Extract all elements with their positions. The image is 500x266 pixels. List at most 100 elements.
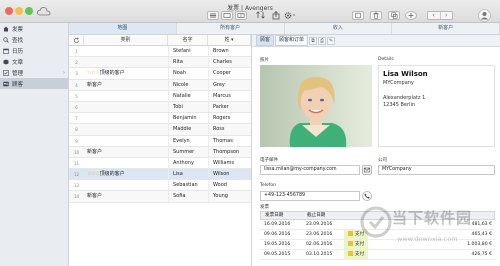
column-header-last-name-label: 姓 bbox=[224, 37, 230, 43]
print-icon[interactable]: ⎙ bbox=[318, 36, 327, 45]
sidebar-item-calendar[interactable]: 日历 bbox=[0, 45, 68, 56]
row-category: 新客户 bbox=[84, 191, 168, 201]
row-category bbox=[84, 91, 168, 101]
row-first-name: Nicole bbox=[168, 79, 208, 90]
previous-record-button[interactable]: ‹ bbox=[428, 12, 440, 19]
row-number: 14 bbox=[73, 194, 80, 200]
sidebar-item-search[interactable]: 查找 bbox=[0, 34, 68, 45]
row-category bbox=[84, 113, 168, 123]
column-header-invoice-date[interactable]: 发票日期 bbox=[261, 212, 303, 219]
tab-revenue[interactable]: 收入 bbox=[285, 23, 393, 34]
sidebar: 发票 查找 日历 文章 管理 › 顾客 bbox=[0, 23, 69, 266]
sidebar-item-invoices[interactable]: 发票 bbox=[0, 23, 68, 34]
table-row[interactable]: 5 Natalie Marcus bbox=[69, 90, 251, 102]
chevron-right-icon[interactable]: › bbox=[63, 70, 65, 76]
row-first-name: Benjamin bbox=[168, 113, 208, 124]
sidebar-item-label: 发票 bbox=[12, 26, 24, 33]
view-list-button[interactable] bbox=[207, 11, 219, 20]
add-record-button[interactable] bbox=[405, 11, 417, 20]
rating-stars: ☆☆☆ bbox=[87, 70, 100, 77]
sidebar-item-customers[interactable]: 顾客 bbox=[0, 78, 68, 89]
table-row[interactable]: 11 Anthony Williams bbox=[69, 157, 251, 170]
table-row[interactable]: 6 Tobi Parker bbox=[69, 101, 251, 114]
address-details: Lisa Wilson MYCompany Alexanderplatz 1 1… bbox=[378, 65, 495, 147]
row-number: 13 bbox=[73, 183, 80, 189]
tab-new-customers[interactable]: 新客户 bbox=[392, 23, 500, 34]
row-last-name: Grey bbox=[208, 79, 251, 90]
calendar-icon bbox=[3, 48, 9, 54]
customer-photo[interactable] bbox=[260, 65, 372, 147]
row-category bbox=[84, 102, 168, 112]
new-record-icon bbox=[355, 12, 361, 19]
table-row[interactable]: 10 新客户 Summer Thompson bbox=[69, 146, 251, 158]
column-header-last-name[interactable]: 姓 ▾ bbox=[208, 35, 251, 45]
search-icon bbox=[3, 36, 9, 43]
sort-button[interactable] bbox=[255, 11, 267, 20]
subtab-customer-orders[interactable]: 顾客和订单 bbox=[275, 35, 309, 46]
category-label: 顶级的客户 bbox=[99, 171, 125, 178]
share-button[interactable] bbox=[270, 11, 282, 20]
table-row[interactable]: 14 新客户 Sofia Young bbox=[69, 191, 251, 203]
table-row[interactable]: 8 Maddie Ross bbox=[69, 124, 251, 136]
row-last-name: Cooper bbox=[208, 68, 251, 79]
sidebar-item-articles[interactable]: 文章 bbox=[0, 56, 68, 67]
table-row[interactable]: 4 新客户 Nicole Grey bbox=[69, 79, 251, 91]
new-record-button[interactable] bbox=[352, 11, 364, 20]
table-row[interactable]: 2 Rita Charles bbox=[69, 57, 251, 69]
refresh-icon[interactable] bbox=[69, 35, 84, 45]
table-row[interactable]: 12 ☆☆☆顶级的客户 Lisa Wilson bbox=[69, 169, 251, 181]
edit-icon[interactable]: ✎ bbox=[327, 36, 336, 45]
column-header-category[interactable]: 类别 bbox=[84, 35, 168, 45]
paid-tag-icon bbox=[348, 251, 353, 256]
email-field[interactable]: lissa.milan@my-company.com bbox=[260, 165, 360, 175]
invoice-date: 09.05.2015 bbox=[264, 252, 291, 257]
category-label: 新客户 bbox=[87, 81, 103, 88]
delete-record-button[interactable] bbox=[370, 11, 382, 20]
row-first-name: Natalie bbox=[168, 90, 208, 101]
category-label: 顶级的客户 bbox=[99, 70, 125, 77]
table-row[interactable]: 3 ☆☆☆顶级的客户 Noah Cooper bbox=[69, 68, 251, 80]
row-category bbox=[84, 158, 168, 168]
row-number: 10 bbox=[73, 149, 80, 155]
paid-tag-icon bbox=[348, 231, 353, 236]
gear-icon bbox=[284, 12, 295, 19]
row-category bbox=[84, 136, 168, 146]
category-label: 新客户 bbox=[87, 148, 103, 155]
row-first-name: Rita bbox=[168, 57, 208, 68]
view-form-button[interactable] bbox=[221, 11, 233, 20]
account-avatar-icon[interactable] bbox=[478, 9, 491, 22]
view-table-button[interactable] bbox=[235, 11, 247, 20]
tab-map[interactable]: 地图 bbox=[69, 23, 177, 34]
row-first-name: Noah bbox=[168, 68, 208, 79]
table-row[interactable]: 9 Evelyn Thomas bbox=[69, 135, 251, 147]
send-email-button[interactable] bbox=[362, 165, 372, 175]
next-record-button[interactable]: › bbox=[439, 12, 453, 19]
table-row[interactable]: 1 Stefani Brown bbox=[69, 46, 251, 58]
row-number: 8 bbox=[75, 127, 78, 133]
row-number: 12 bbox=[73, 172, 80, 178]
sidebar-item-manage[interactable]: 管理 › bbox=[0, 67, 68, 78]
customer-city: 12345 Berlin bbox=[383, 102, 416, 108]
column-header-due-date[interactable]: 截止日期 bbox=[303, 212, 341, 219]
settings-button[interactable] bbox=[283, 11, 297, 20]
row-number: 3 bbox=[75, 71, 78, 77]
row-first-name: Maddie bbox=[168, 124, 208, 135]
tab-all-customers[interactable]: 所有客户 bbox=[177, 23, 285, 34]
copy-icon[interactable]: ⧉ bbox=[309, 36, 318, 45]
invoice-date: 09.06.2016 bbox=[264, 232, 291, 237]
sidebar-item-label: 查找 bbox=[12, 37, 24, 44]
list-view-icon bbox=[209, 13, 217, 18]
row-first-name: Anthony bbox=[168, 157, 208, 169]
table-row[interactable]: 13 Sebastian Wood bbox=[69, 180, 251, 192]
sidebar-item-label: 管理 bbox=[12, 70, 24, 77]
row-last-name: Brown bbox=[208, 46, 251, 57]
subtab-customer[interactable]: 顾客 bbox=[256, 35, 275, 46]
duplicate-record-button[interactable] bbox=[388, 11, 400, 20]
table-row[interactable]: 7 Benjamin Rogers bbox=[69, 113, 251, 125]
company-field[interactable]: MYCompany bbox=[378, 165, 495, 175]
row-last-name: Ross bbox=[208, 124, 251, 135]
layout-tabs: 地图 所有客户 收入 新客户 bbox=[69, 23, 500, 35]
telefon-field[interactable]: +49-123-456789 bbox=[260, 191, 360, 201]
column-header-first-name[interactable]: 名字 bbox=[168, 35, 208, 45]
invoice-date: 16.09.2016 bbox=[264, 222, 291, 227]
